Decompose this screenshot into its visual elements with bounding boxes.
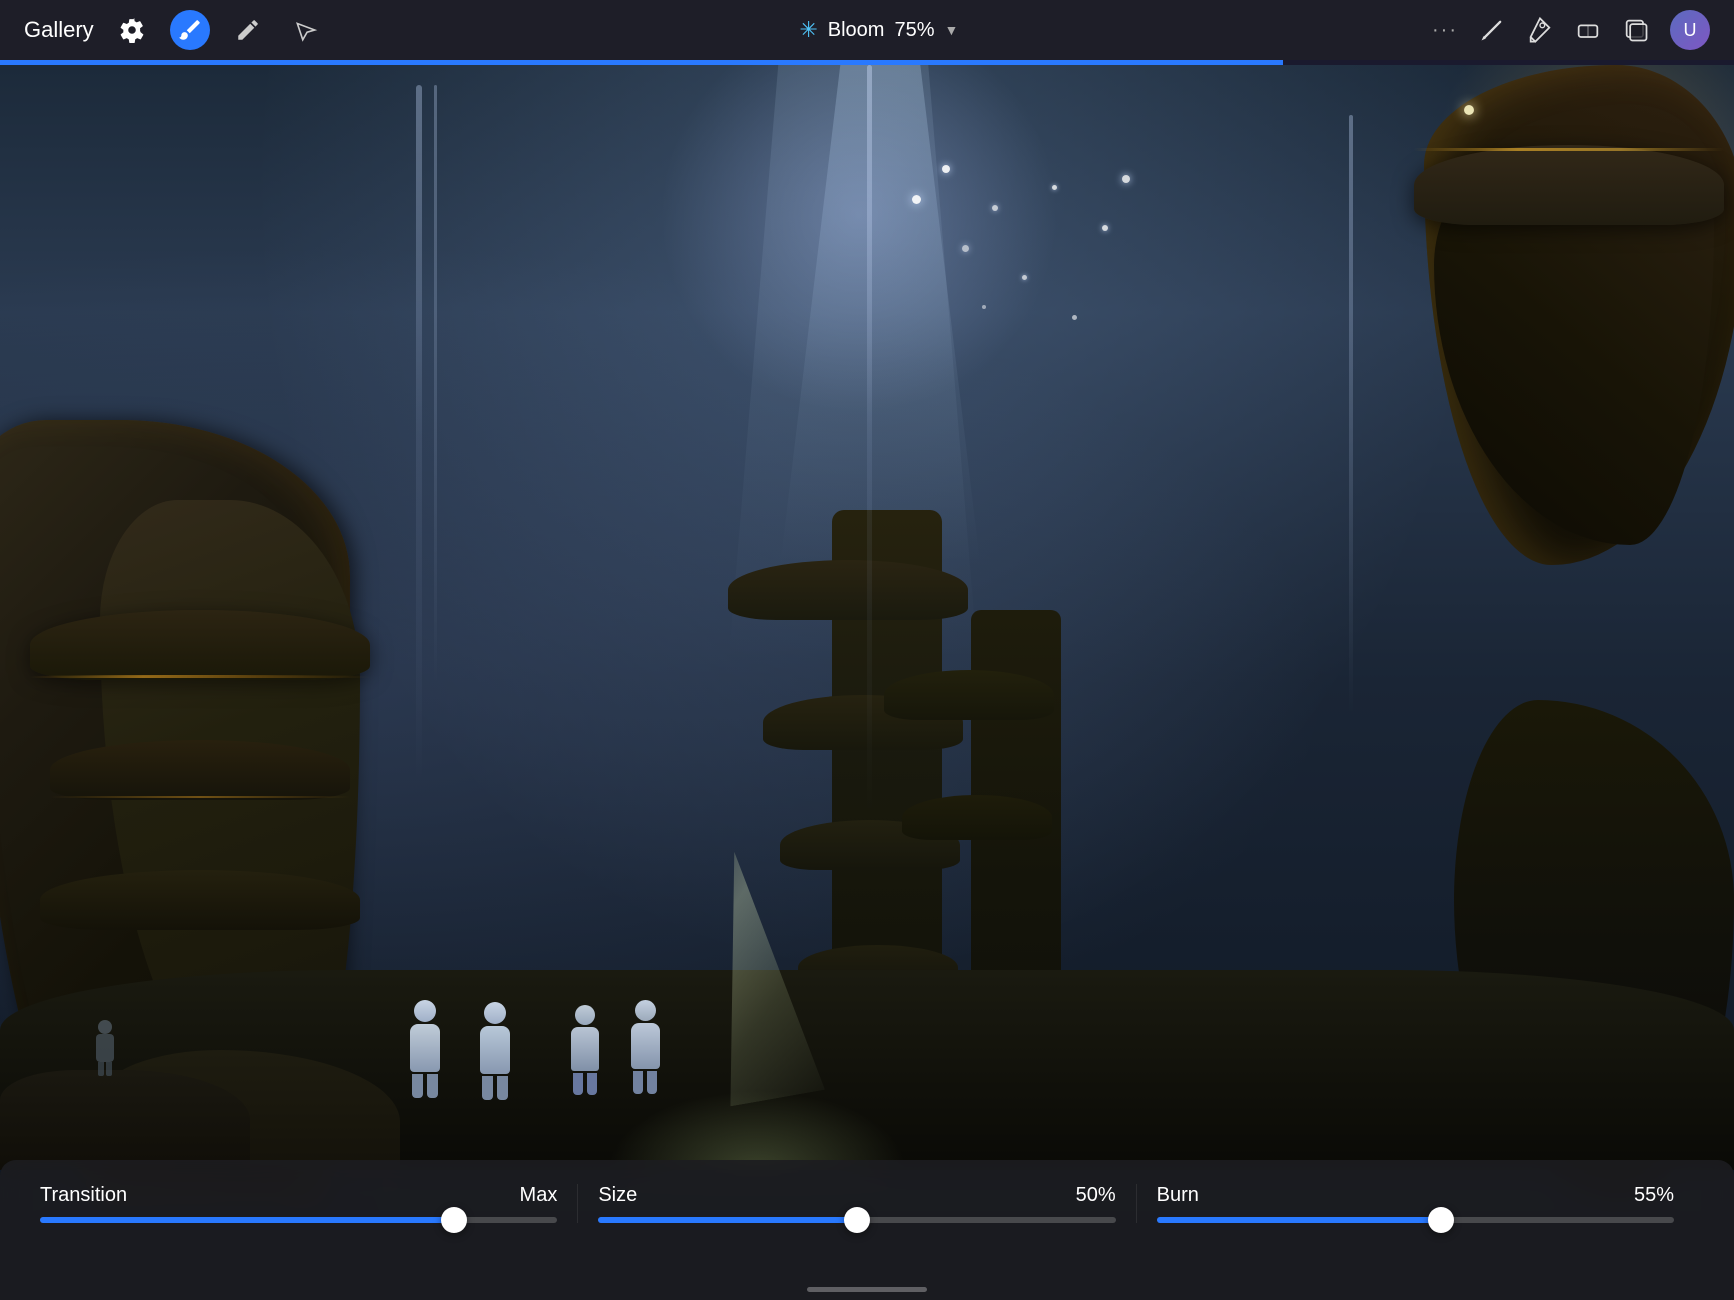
scroll-indicator — [807, 1287, 927, 1292]
avatar-initial: U — [1683, 20, 1696, 41]
bottom-panel: Transition Max Size 50% — [0, 1160, 1734, 1300]
gallery-button[interactable]: Gallery — [24, 17, 94, 43]
particle-6 — [1102, 225, 1108, 231]
mush-cap-p2-2 — [902, 795, 1052, 840]
burn-slider-track[interactable] — [1157, 1217, 1674, 1223]
burn-value: 55% — [1634, 1184, 1674, 1207]
burn-label: Burn — [1157, 1184, 1199, 1207]
rock-pile-far-left — [0, 1070, 250, 1170]
transition-slider-group: Transition Max — [40, 1184, 578, 1223]
sparkle-top-right — [1454, 95, 1484, 125]
progress-bar — [0, 60, 1283, 65]
mush-cap-p2-1 — [884, 670, 1054, 720]
more-options-icon[interactable]: ··· — [1432, 19, 1458, 42]
transition-value: Max — [520, 1184, 558, 1207]
figure-bg-left — [90, 1020, 120, 1080]
gold-rim-right-1 — [1414, 148, 1724, 151]
user-avatar[interactable]: U — [1670, 10, 1710, 50]
topbar: Gallery ✳ Bloom 75% ▼ ··· — [0, 0, 1734, 60]
transition-slider-fill — [40, 1217, 454, 1223]
floor-glow — [607, 1090, 907, 1170]
mush-cap-left-3 — [40, 870, 360, 930]
mush-cap-left-1 — [30, 610, 370, 680]
size-slider-track[interactable] — [598, 1217, 1115, 1223]
bloom-icon: ✳ — [799, 17, 817, 43]
pencil-icon[interactable] — [1478, 16, 1506, 44]
bloom-label: Bloom — [828, 19, 885, 42]
size-slider-header: Size 50% — [598, 1184, 1115, 1207]
layers-icon[interactable] — [1622, 16, 1650, 44]
mush-cap-left-2 — [50, 740, 350, 800]
eraser-icon[interactable] — [1574, 16, 1602, 44]
particle-5 — [1022, 275, 1027, 280]
transition-slider-header: Transition Max — [40, 1184, 557, 1207]
burn-slider-header: Burn 55% — [1157, 1184, 1674, 1207]
size-slider-group: Size 50% — [578, 1184, 1136, 1223]
burn-slider-thumb — [1428, 1207, 1454, 1233]
particle-3 — [1052, 185, 1057, 190]
topbar-left: Gallery — [24, 10, 326, 50]
pen-icon[interactable] — [1526, 16, 1554, 44]
particle-7 — [982, 305, 986, 309]
waterfall-right — [1349, 115, 1353, 715]
canvas-area: Transition Max Size 50% — [0, 65, 1734, 1300]
gold-rim-1 — [30, 675, 370, 678]
particle-1 — [942, 165, 950, 173]
waterfall-center — [867, 65, 872, 815]
transition-slider-track[interactable] — [40, 1217, 557, 1223]
size-slider-thumb — [844, 1207, 870, 1233]
settings-icon[interactable] — [112, 10, 152, 50]
particles-container — [902, 145, 1152, 395]
sliders-row: Transition Max Size 50% — [40, 1184, 1694, 1223]
figure-1 — [400, 1000, 450, 1100]
transition-slider-thumb — [441, 1207, 467, 1233]
particle-8 — [1072, 315, 1077, 320]
transition-label: Transition — [40, 1184, 127, 1207]
figure-2 — [470, 1002, 520, 1102]
dropdown-arrow-icon[interactable]: ▼ — [945, 22, 959, 38]
size-slider-fill — [598, 1217, 857, 1223]
particle-4 — [962, 245, 969, 252]
burn-slider-fill — [1157, 1217, 1442, 1223]
arrow-tool-icon[interactable] — [286, 10, 326, 50]
particle-9 — [1122, 175, 1130, 183]
size-label: Size — [598, 1184, 637, 1207]
figure-4 — [620, 1000, 670, 1100]
particle-star — [912, 195, 921, 204]
brush-tool-icon[interactable] — [170, 10, 210, 50]
waterfall-left — [416, 85, 422, 785]
gold-rim-2 — [50, 796, 350, 798]
mush-cap-center-1 — [728, 560, 968, 620]
topbar-right: ··· U — [1432, 10, 1710, 50]
waterfall-left-2 — [434, 85, 437, 685]
topbar-center: ✳ Bloom 75% ▼ — [799, 17, 958, 43]
mush-cap-right-1 — [1414, 145, 1724, 225]
size-value: 50% — [1076, 1184, 1116, 1207]
bloom-percent: 75% — [894, 19, 934, 42]
particle-2 — [992, 205, 998, 211]
figure-3 — [560, 1005, 610, 1100]
burn-slider-group: Burn 55% — [1137, 1184, 1694, 1223]
smudge-tool-icon[interactable] — [228, 10, 268, 50]
